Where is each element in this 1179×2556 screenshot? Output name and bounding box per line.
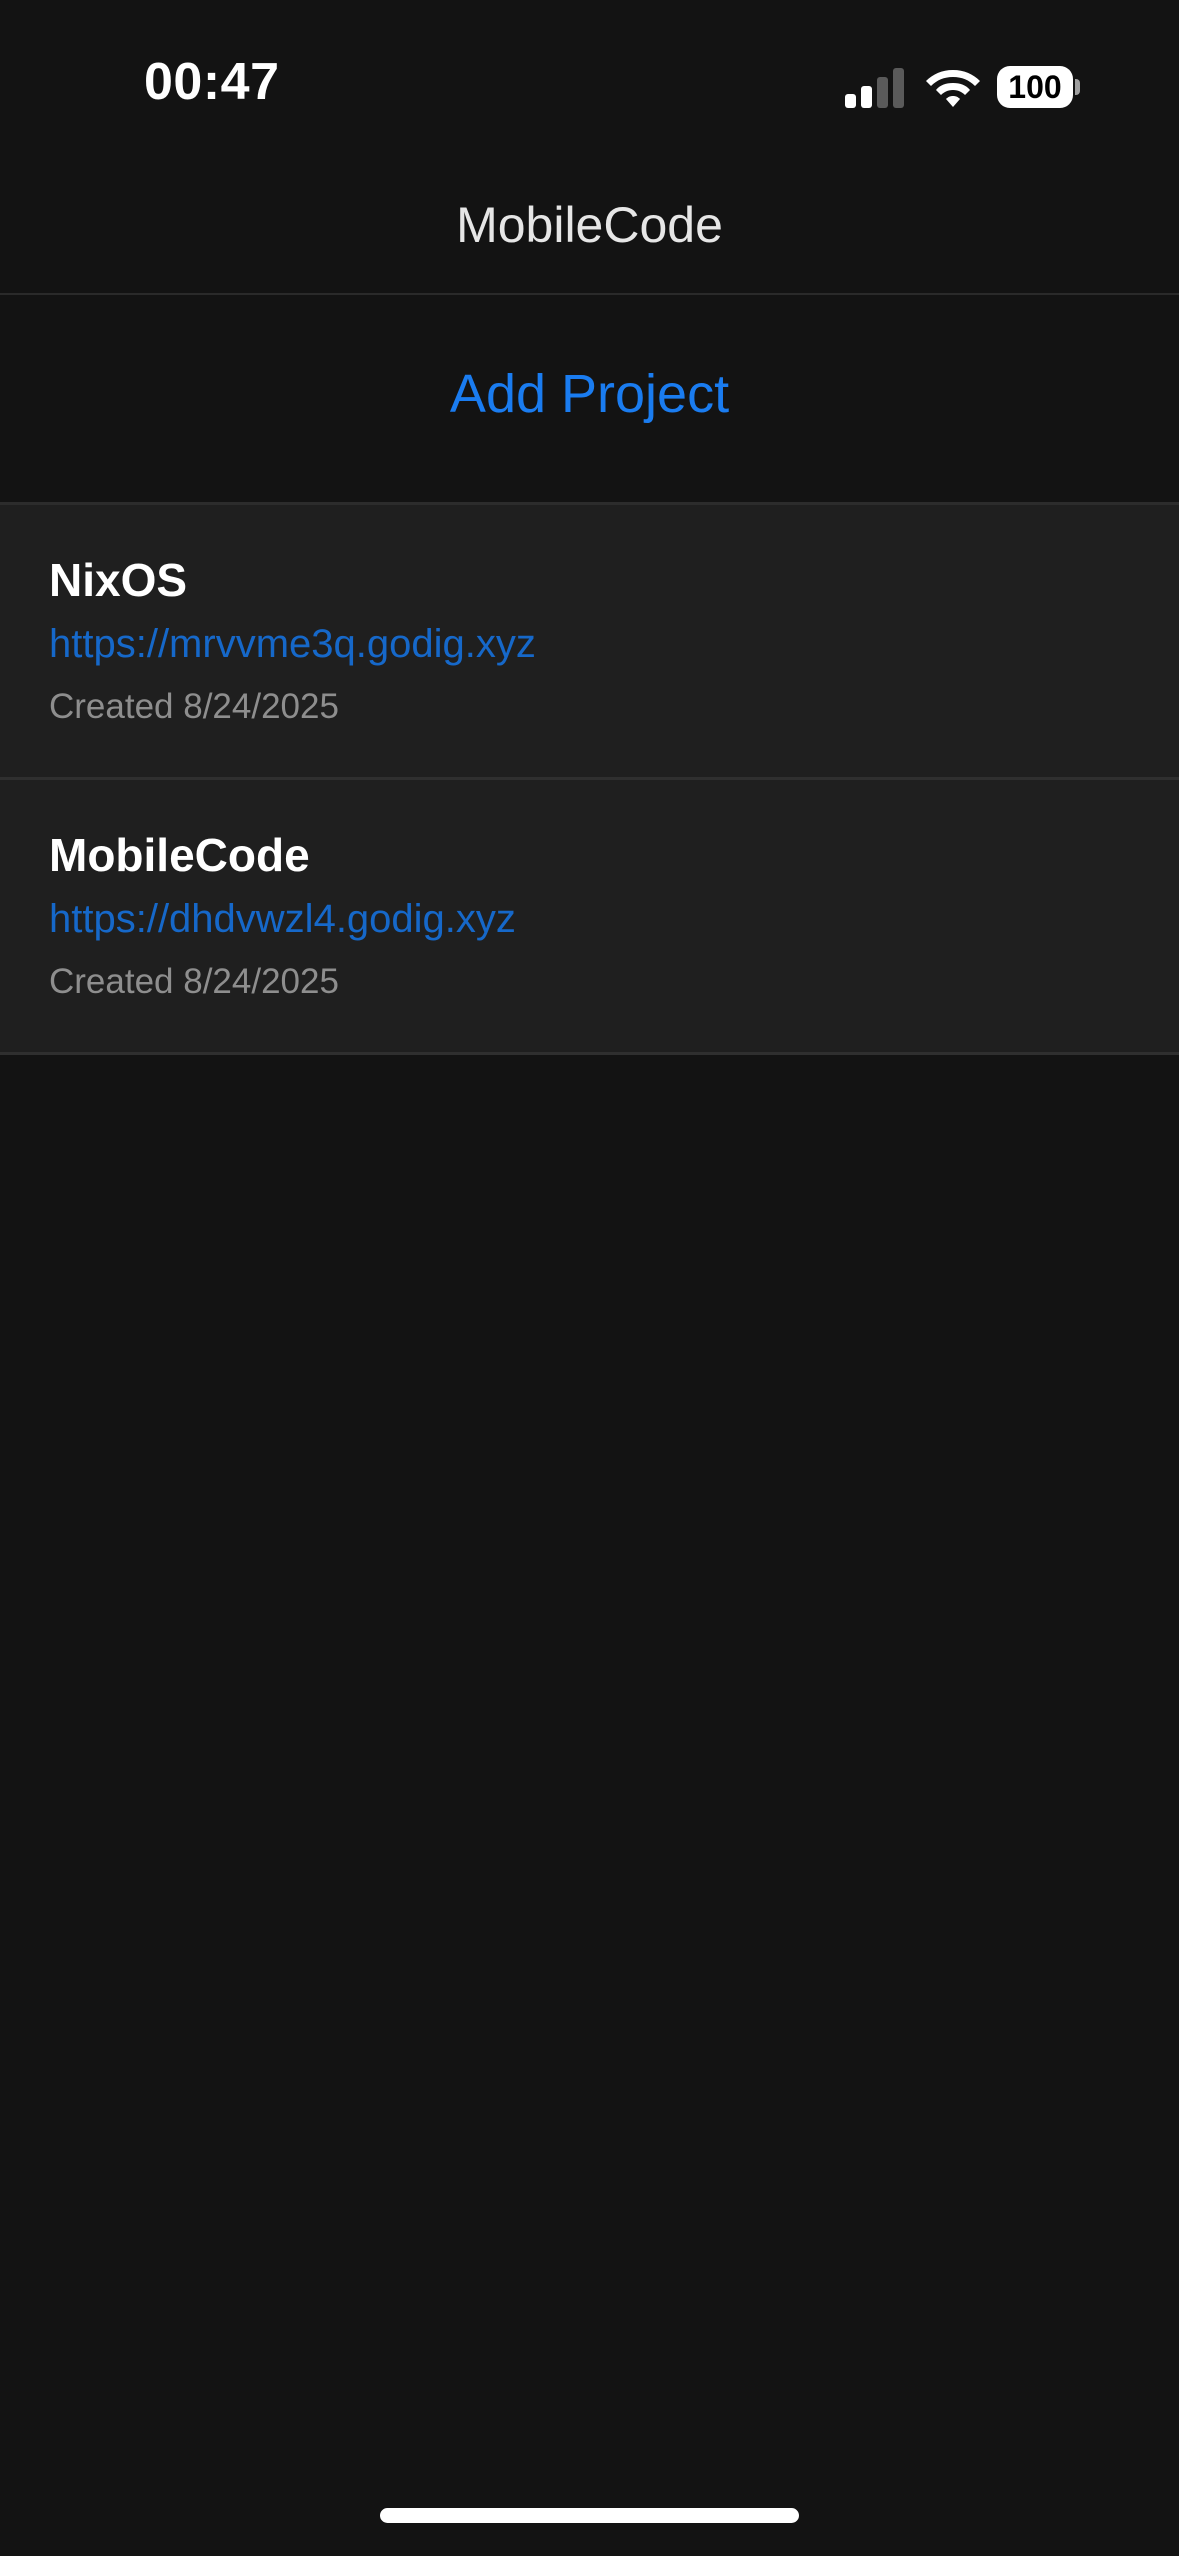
project-created-date: Created 8/24/2025 [49,962,339,1001]
project-created-date: Created 8/24/2025 [49,687,339,726]
project-row-nixos[interactable]: NixOS https://mrvvme3q.godig.xyz Created… [0,505,1179,780]
battery-icon: 100 [997,66,1081,108]
page-title: MobileCode [456,197,723,253]
status-time: 00:47 [144,53,280,111]
project-url-link[interactable]: https://dhdvwzl4.godig.xyz [49,897,516,942]
project-name: NixOS [49,554,188,606]
wifi-icon [926,70,980,107]
project-list: NixOS https://mrvvme3q.godig.xyz Created… [0,505,1179,1055]
cellular-signal-icon [845,68,904,108]
project-name: MobileCode [49,829,310,881]
app-screen: 00:47 100 MobileCode Add Project NixOS h… [0,0,1179,2556]
status-bar: 00:47 100 [0,0,1179,170]
add-project-button[interactable]: Add Project [0,363,1179,425]
battery-level: 100 [1008,69,1062,105]
project-url-link[interactable]: https://mrvvme3q.godig.xyz [49,622,536,667]
battery-tip [1075,79,1080,95]
add-project-section: Add Project [0,295,1179,505]
project-row-mobilecode[interactable]: MobileCode https://dhdvwzl4.godig.xyz Cr… [0,780,1179,1055]
home-indicator[interactable] [380,2508,799,2523]
nav-header: MobileCode [0,170,1179,295]
